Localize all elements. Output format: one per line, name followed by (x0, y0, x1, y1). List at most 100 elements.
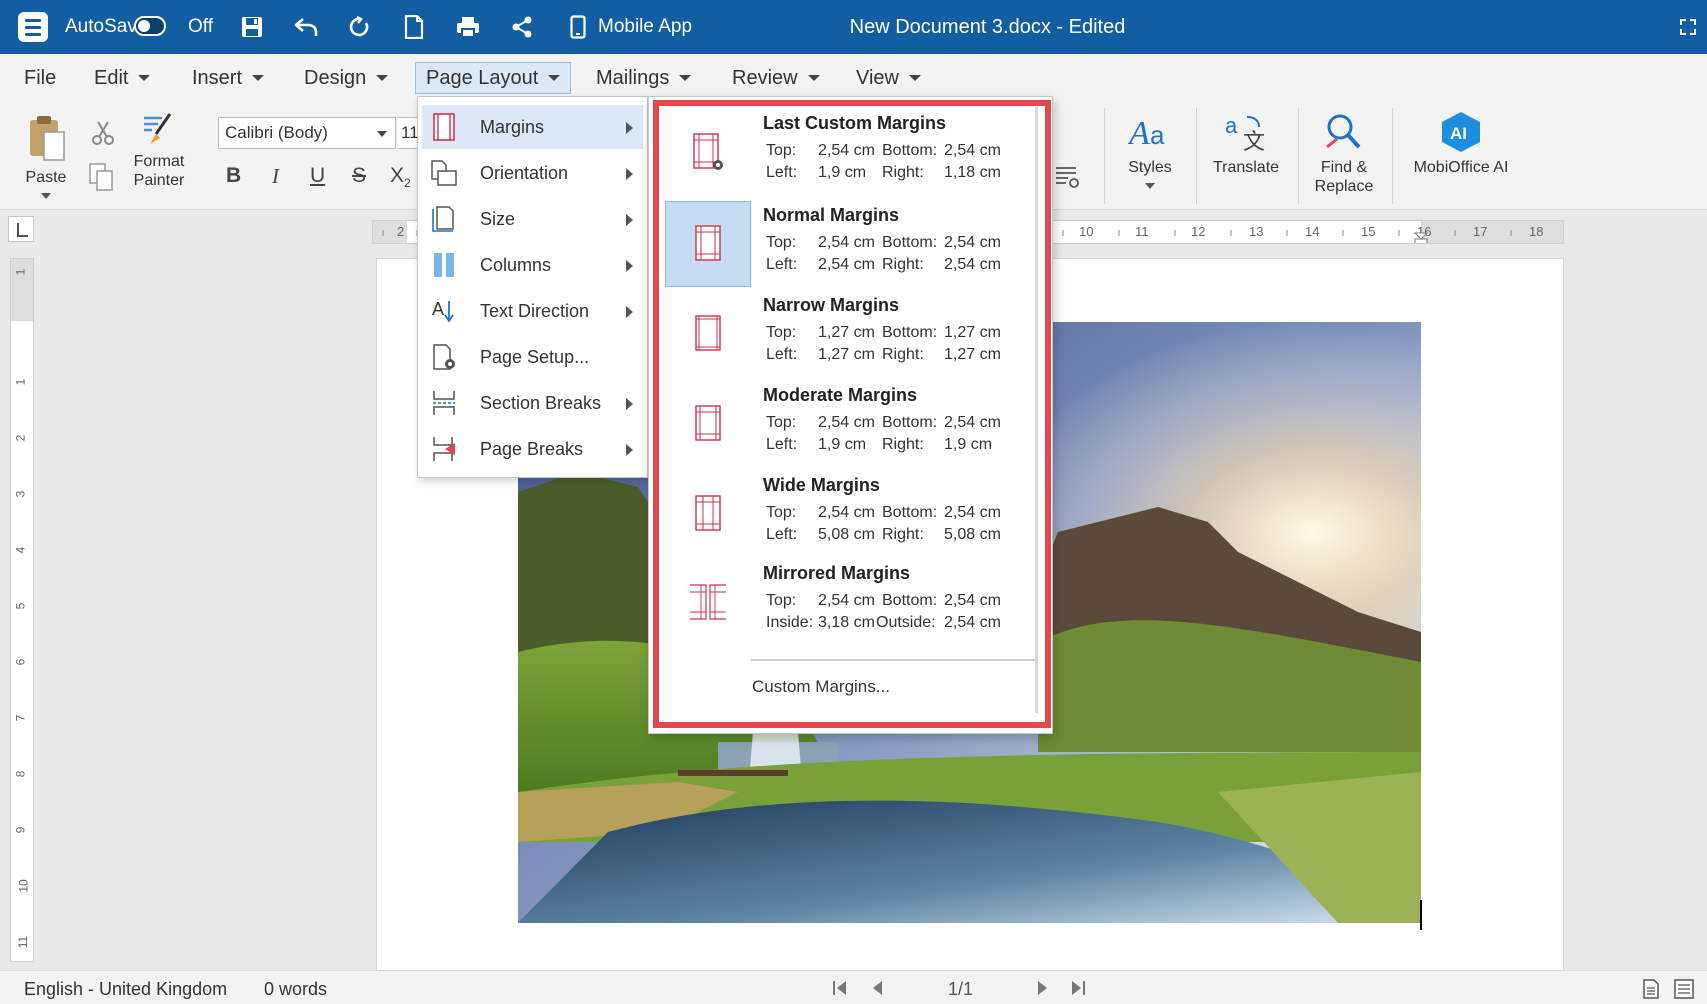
new-document-icon[interactable] (400, 13, 428, 41)
page-breaks-icon (430, 435, 458, 463)
next-page-icon[interactable] (1036, 980, 1050, 996)
columns-icon (430, 251, 458, 279)
section-breaks-icon (430, 389, 458, 417)
menu-divider (751, 659, 1038, 661)
margin-option-wide[interactable]: Wide Margins Top: 2,54 cm Bottom: 2,54 cm L… (665, 471, 1011, 551)
status-bar: English - United Kingdom 0 words 1/1 (0, 970, 1707, 1004)
strikethrough-button[interactable]: S (352, 164, 366, 188)
margins-preview-icon (665, 201, 751, 287)
ruler-number: 3 (13, 490, 28, 498)
menu-item-text-direction[interactable]: A Text Direction (422, 289, 643, 333)
ruler-number: 9 (13, 826, 28, 834)
format-painter-button[interactable]: Format Painter (126, 112, 192, 190)
margin-option-mirrored[interactable]: Mirrored Margins Top: 2,54 cm Bottom: 2,54 … (665, 559, 1011, 639)
styles-button[interactable]: Aa Styles (1120, 110, 1180, 189)
text-cursor (1420, 900, 1422, 930)
margins-preview-icon (665, 381, 751, 467)
chevron-right-icon (626, 398, 633, 410)
ruler-number: 4 (13, 546, 28, 554)
margins-icon (430, 113, 458, 141)
flyout-scrollbar[interactable] (1035, 107, 1038, 713)
document-title: New Document 3.docx - Edited (849, 16, 1126, 38)
last-page-icon[interactable] (1070, 980, 1086, 996)
menu-page-layout[interactable]: Page Layout (415, 62, 572, 94)
ruler-number: 6 (13, 658, 28, 666)
print-icon[interactable] (454, 13, 482, 41)
page-setup-icon (430, 343, 458, 371)
menu-view[interactable]: View (846, 62, 931, 94)
menu-review[interactable]: Review (722, 62, 830, 94)
margin-option-last-custom[interactable]: Last Custom Margins Top: 2,54 cm Bottom: 2,… (665, 109, 1011, 189)
menu-edit[interactable]: Edit (84, 62, 160, 94)
paragraph-settings-icon[interactable] (1054, 164, 1080, 195)
translate-icon: a文 (1208, 110, 1284, 154)
ruler-number: 10 (16, 879, 31, 893)
menu-design[interactable]: Design (294, 62, 398, 94)
fullscreen-icon[interactable] (1674, 13, 1702, 41)
app-menu-icon[interactable] (18, 12, 48, 42)
menu-item-page-breaks[interactable]: Page Breaks (422, 427, 643, 471)
ribbon-separator (1392, 108, 1393, 204)
italic-button[interactable]: I (272, 164, 279, 189)
undo-icon[interactable] (292, 13, 320, 41)
autosave-toggle[interactable] (134, 16, 166, 36)
menu-item-section-breaks[interactable]: Section Breaks (422, 381, 643, 425)
mobile-phone-icon[interactable] (564, 13, 592, 41)
web-layout-icon[interactable] (1674, 979, 1694, 999)
first-page-icon[interactable] (832, 980, 848, 996)
custom-margins-item[interactable]: Custom Margins... (752, 677, 890, 697)
menu-mailings[interactable]: Mailings (586, 62, 701, 94)
print-layout-icon[interactable] (1642, 979, 1660, 999)
chevron-right-icon (626, 214, 633, 226)
menu-file[interactable]: File (14, 62, 66, 94)
ruler-number: 11 (16, 935, 31, 949)
menu-item-margins[interactable]: Margins (422, 105, 643, 149)
margins-preview-icon (665, 559, 751, 645)
ruler-number: 8 (13, 770, 28, 778)
margin-option-narrow[interactable]: Narrow Margins Top: 1,27 cm Bottom: 1,27 cm… (665, 291, 1011, 371)
svg-text:AI: AI (1450, 124, 1467, 143)
menu-item-columns[interactable]: Columns (422, 243, 643, 287)
subscript-button[interactable]: X2 (390, 164, 411, 190)
tab-stop-selector[interactable] (8, 216, 34, 242)
svg-text:a: a (1225, 113, 1238, 138)
mobile-app-label[interactable]: Mobile App (598, 16, 692, 38)
find-replace-button[interactable]: Find & Replace (1306, 110, 1382, 196)
bold-button[interactable]: B (226, 164, 241, 188)
save-icon[interactable] (238, 13, 266, 41)
svg-text:A: A (1128, 115, 1150, 152)
mobioffice-ai-button[interactable]: AI MobiOffice AI (1408, 110, 1514, 177)
menu-item-size[interactable]: Size (422, 197, 643, 241)
chevron-right-icon (626, 260, 633, 272)
previous-page-icon[interactable] (870, 980, 884, 996)
svg-text:A: A (432, 299, 444, 319)
page-layout-menu: Margins Orientation Size Columns A Text … (417, 96, 648, 478)
chevron-down-icon (376, 75, 389, 81)
margin-option-normal[interactable]: Normal Margins Top: 2,54 cm Bottom: 2,54 cm… (665, 201, 1011, 287)
find-replace-icon (1306, 110, 1382, 154)
language-indicator[interactable]: English - United Kingdom (24, 979, 227, 1000)
margins-preview-icon (665, 109, 751, 195)
translate-button[interactable]: a文 Translate (1208, 110, 1284, 177)
chevron-down-icon (909, 75, 921, 81)
ruler-number: 5 (13, 602, 28, 610)
margin-option-moderate[interactable]: Moderate Margins Top: 2,54 cm Bottom: 2,54 … (665, 381, 1011, 461)
chevron-down-icon (1145, 183, 1155, 189)
font-name-select[interactable]: Calibri (Body) (218, 117, 396, 149)
share-icon[interactable] (508, 13, 536, 41)
chevron-down-icon (41, 193, 51, 199)
chevron-right-icon (626, 306, 633, 318)
paste-button[interactable]: Paste (18, 112, 74, 199)
menu-insert[interactable]: Insert (182, 62, 274, 94)
margins-preview-icon (665, 291, 751, 377)
underline-button[interactable]: U (310, 164, 325, 188)
vertical-ruler[interactable]: 1 1 2 3 4 5 6 7 8 9 10 11 (10, 258, 34, 962)
word-count: 0 words (264, 979, 328, 999)
margins-flyout: Last Custom Margins Top: 2,54 cm Bottom: 2,… (648, 96, 1053, 734)
menu-item-page-setup[interactable]: Page Setup... (422, 335, 643, 379)
cut-icon[interactable] (92, 120, 114, 151)
copy-icon[interactable] (88, 162, 114, 197)
ribbon-separator (1104, 108, 1105, 204)
menu-item-orientation[interactable]: Orientation (422, 151, 643, 195)
redo-icon[interactable] (346, 13, 374, 41)
